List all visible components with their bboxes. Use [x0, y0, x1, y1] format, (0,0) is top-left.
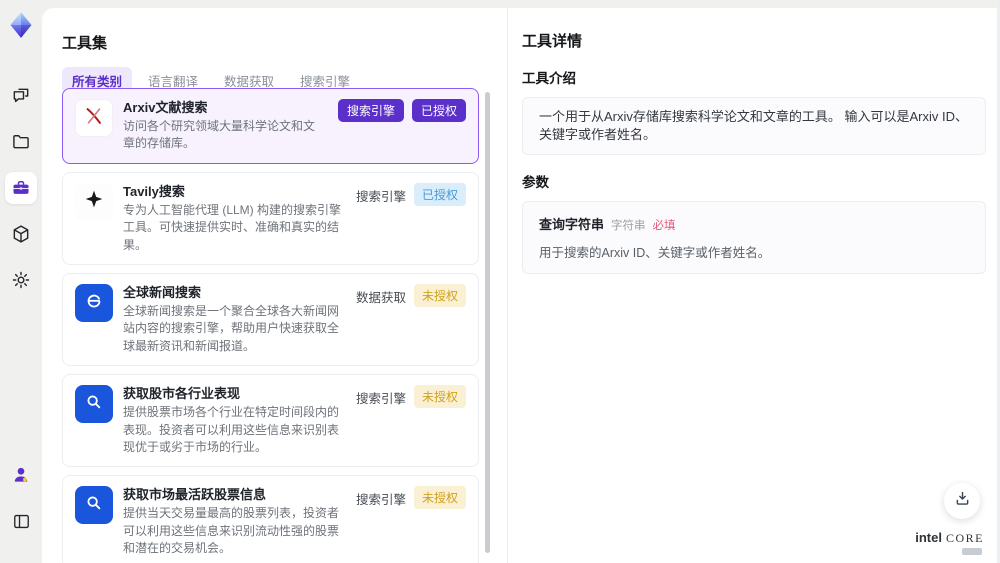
- sidebar-item-profile[interactable]: [5, 459, 37, 491]
- tool-detail-panel: 工具详情 工具介绍 一个用于从Arxiv存储库搜索科学论文和文章的工具。 输入可…: [508, 8, 1000, 563]
- params-section-title: 参数: [522, 175, 549, 190]
- arxiv-icon: [83, 105, 105, 132]
- sidebar-item-chat[interactable]: [5, 80, 37, 112]
- param-box: 查询字符串 字符串 必填 用于搜索的Arxiv ID、关键字或作者姓名。: [522, 201, 986, 274]
- auth-status-badge: 已授权: [411, 99, 466, 122]
- sidebar-item-packages[interactable]: [5, 218, 37, 250]
- tool-card[interactable]: 全球新闻搜索 全球新闻搜索是一个聚合全球各大新闻网站内容的搜索引擎，帮助用户快速…: [62, 273, 479, 367]
- auth-status-badge: 已授权: [413, 182, 466, 206]
- panel-toggle-icon: [12, 512, 31, 531]
- category-badge: 搜索引擎: [355, 493, 406, 508]
- page-title: 工具集: [62, 35, 108, 52]
- intel-core-logo: intel CORE: [915, 530, 984, 555]
- list-scrollbar[interactable]: [485, 92, 490, 553]
- param-required-badge: 必填: [652, 220, 676, 232]
- cube-icon: [11, 224, 31, 244]
- tool-card[interactable]: Arxiv文献搜索 访问各个研究领域大量科学论文和文章的存储库。 搜索引擎 已授…: [62, 88, 479, 164]
- tool-card[interactable]: 获取股市各行业表现 提供股票市场各个行业在特定时间段内的表现。投资者可以利用这些…: [62, 374, 479, 468]
- core-sub-badge: [962, 548, 982, 555]
- sidebar-item-files[interactable]: [5, 126, 37, 158]
- tool-card[interactable]: Tavily搜索 专为人工智能代理 (LLM) 构建的搜索引擎工具。可快速提供实…: [62, 171, 479, 266]
- param-name: 查询字符串: [539, 217, 605, 232]
- download-icon: [953, 489, 972, 513]
- sidebar-item-tools[interactable]: [5, 172, 37, 204]
- detail-title: 工具详情: [522, 33, 583, 50]
- tool-description: 访问各个研究领域大量科学论文和文章的存储库。: [123, 119, 316, 151]
- category-badge: 搜索引擎: [355, 392, 406, 407]
- intro-section-title: 工具介绍: [522, 71, 576, 86]
- tool-name: 全球新闻搜索: [123, 285, 202, 301]
- param-description: 用于搜索的Arxiv ID、关键字或作者姓名。: [539, 246, 771, 260]
- folder-icon: [11, 132, 31, 152]
- tool-list: Arxiv文献搜索 访问各个研究领域大量科学论文和文章的存储库。 搜索引擎 已授…: [62, 88, 479, 563]
- tool-name: Tavily搜索: [123, 183, 185, 199]
- tool-card[interactable]: 获取市场最活跃股票信息 提供当天交易量最高的股票列表，投资者可以利用这些信息来识…: [62, 475, 479, 563]
- gear-icon: [11, 270, 31, 290]
- download-button[interactable]: [944, 483, 980, 519]
- magnifier-icon: [83, 492, 105, 519]
- avatar-icon: [11, 465, 31, 485]
- category-badge: 搜索引擎: [355, 189, 406, 204]
- sidebar-item-settings[interactable]: [5, 264, 37, 296]
- news-search-icon: [83, 290, 105, 317]
- category-badge: 搜索引擎: [337, 99, 404, 122]
- chat-icon: [11, 86, 31, 106]
- briefcase-icon: [11, 178, 31, 198]
- tool-description: 提供股票市场各个行业在特定时间段内的表现。投资者可以利用这些信息来识别表现优于或…: [123, 405, 340, 455]
- sidebar-item-collapse[interactable]: [5, 505, 37, 537]
- gem-logo-icon: [7, 11, 35, 39]
- main-panel: 工具集 所有类别 语言翻译 数据获取 搜索引擎 Arxiv文献搜索 访问各个研究…: [42, 8, 1000, 563]
- tavily-star-icon: [84, 189, 104, 214]
- auth-status-badge: 未授权: [413, 486, 466, 510]
- auth-status-badge: 未授权: [413, 284, 466, 308]
- intro-text: 一个用于从Arxiv存储库搜索科学论文和文章的工具。 输入可以是Arxiv ID…: [539, 109, 969, 142]
- tool-description: 提供当天交易量最高的股票列表，投资者可以利用这些信息来识别流动性强的股票和潜在的…: [123, 506, 340, 556]
- tool-name: 获取股市各行业表现: [123, 386, 241, 402]
- param-type: 字符串: [611, 220, 646, 232]
- left-rail: [0, 0, 42, 563]
- category-badge: 数据获取: [355, 291, 406, 306]
- intel-wordmark: intel: [915, 530, 942, 545]
- tool-list-panel: 工具集 所有类别 语言翻译 数据获取 搜索引擎 Arxiv文献搜索 访问各个研究…: [42, 8, 508, 563]
- magnifier-icon: [83, 391, 105, 418]
- auth-status-badge: 未授权: [413, 385, 466, 409]
- app-window: 工具集 所有类别 语言翻译 数据获取 搜索引擎 Arxiv文献搜索 访问各个研究…: [0, 0, 1000, 563]
- tool-description: 专为人工智能代理 (LLM) 构建的搜索引擎工具。可快速提供实时、准确和真实的结…: [123, 202, 342, 252]
- tool-description: 全球新闻搜索是一个聚合全球各大新闻网站内容的搜索引擎，帮助用户快速获取全球最新资…: [123, 304, 340, 353]
- app-logo[interactable]: [6, 10, 36, 40]
- intro-box: 一个用于从Arxiv存储库搜索科学论文和文章的工具。 输入可以是Arxiv ID…: [522, 97, 986, 155]
- tool-name: Arxiv文献搜索: [123, 100, 208, 115]
- tool-name: 获取市场最活跃股票信息: [123, 487, 267, 503]
- core-wordmark: CORE: [945, 531, 984, 545]
